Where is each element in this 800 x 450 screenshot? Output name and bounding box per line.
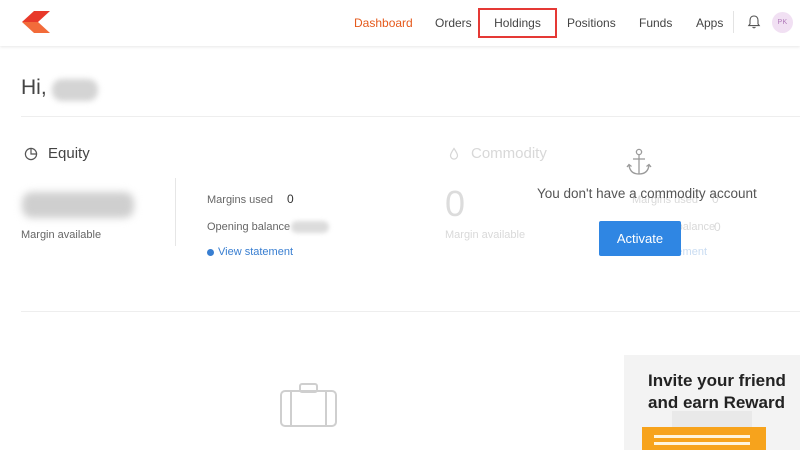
commodity-margin-available-label: Margin available bbox=[445, 229, 526, 241]
avatar[interactable]: PK bbox=[772, 12, 793, 33]
equity-divider bbox=[175, 178, 176, 246]
nav-funds[interactable]: Funds bbox=[639, 0, 672, 46]
promo-card-line bbox=[654, 442, 750, 445]
promo-line-1: Invite your friend bbox=[648, 371, 786, 390]
anchor-icon bbox=[626, 148, 652, 175]
no-commodity-account-message: You don't have a commodity account bbox=[537, 186, 757, 201]
promo-decoration bbox=[672, 411, 752, 427]
nav-holdings-highlight[interactable]: Holdings bbox=[478, 8, 557, 38]
greeting-text: Hi, bbox=[21, 76, 47, 99]
referral-promo-banner[interactable]: Invite your friend and earn Reward bbox=[624, 355, 800, 450]
pie-chart-icon bbox=[24, 147, 38, 161]
drop-icon bbox=[449, 147, 459, 160]
section-divider bbox=[21, 311, 800, 312]
arrow-circle-icon bbox=[207, 248, 214, 256]
greeting-divider bbox=[21, 116, 800, 117]
nav-apps[interactable]: Apps bbox=[696, 0, 723, 46]
view-statement-label: View statement bbox=[218, 246, 294, 258]
promo-card-graphic bbox=[642, 427, 766, 450]
opening-balance-label: Opening balance bbox=[207, 221, 291, 233]
redacted-opening-balance bbox=[291, 221, 329, 233]
promo-line-2: and earn Reward bbox=[648, 393, 785, 412]
margins-used-value: 0 bbox=[287, 192, 294, 206]
nav-divider bbox=[733, 11, 734, 33]
margins-used-label: Margins used bbox=[207, 194, 274, 206]
equity-title: Equity bbox=[48, 145, 90, 162]
commodity-opening-balance-value: 0 bbox=[714, 220, 721, 234]
view-statement-link[interactable]: View statement bbox=[207, 246, 293, 258]
kite-logo-icon[interactable] bbox=[22, 11, 50, 33]
top-navigation-bar: Dashboard Orders Holdings Positions Fund… bbox=[0, 0, 800, 46]
commodity-margin-value: 0 bbox=[445, 183, 466, 224]
commodity-title: Commodity bbox=[471, 145, 547, 162]
suitcase-icon bbox=[280, 383, 337, 427]
nav-positions[interactable]: Positions bbox=[567, 0, 616, 46]
bell-icon[interactable] bbox=[746, 14, 762, 30]
equity-margin-available-label: Margin available bbox=[21, 229, 102, 241]
nav-orders[interactable]: Orders bbox=[435, 0, 472, 46]
redacted-user-name bbox=[52, 79, 98, 101]
activate-button[interactable]: Activate bbox=[599, 221, 681, 256]
promo-card-line bbox=[654, 435, 750, 438]
redacted-margin-value bbox=[22, 192, 134, 218]
nav-holdings[interactable]: Holdings bbox=[494, 16, 541, 30]
nav-dashboard[interactable]: Dashboard bbox=[354, 0, 413, 46]
